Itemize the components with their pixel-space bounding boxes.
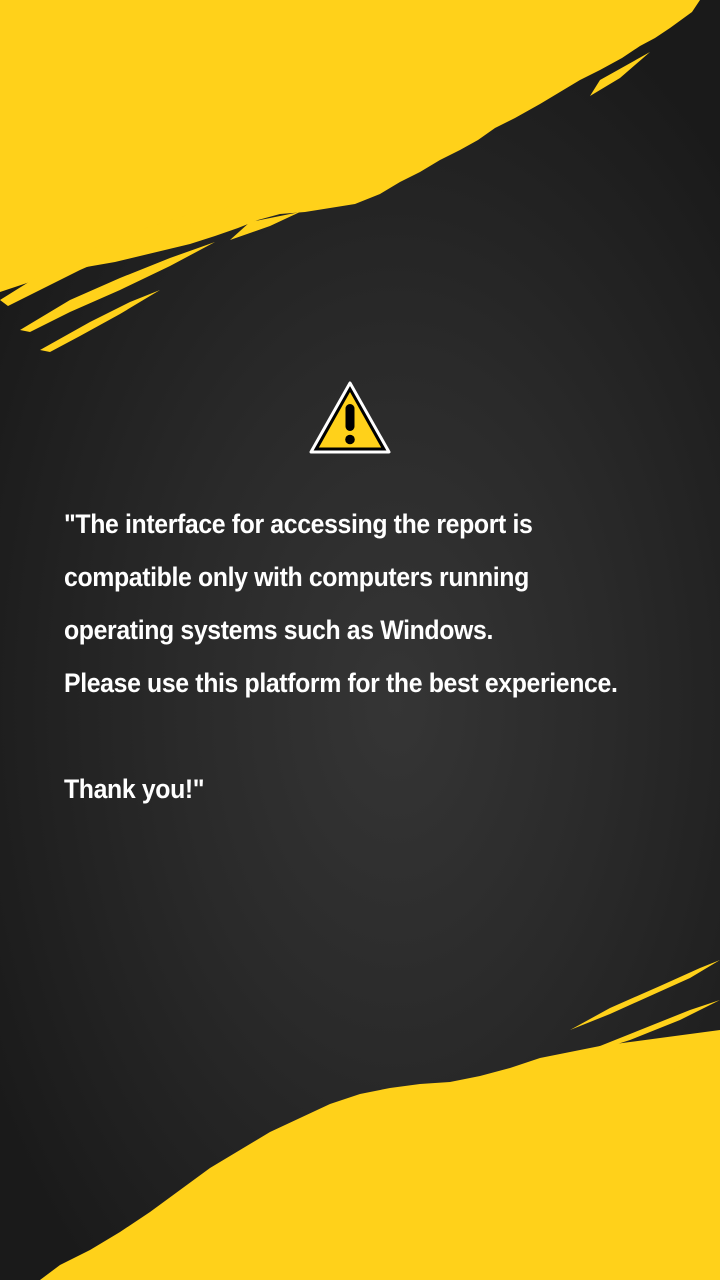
notice-line-3: operating systems such as Windows. (64, 615, 493, 645)
notice-message: "The interface for accessing the report … (64, 498, 662, 816)
notice-line-1: "The interface for accessing the report … (64, 509, 533, 539)
notice-line-2: compatible only with computers running (64, 562, 529, 592)
notice-closing: Thank you!" (64, 774, 205, 804)
notice-screen: "The interface for accessing the report … (0, 0, 720, 1280)
notice-line-4: Please use this platform for the best ex… (64, 668, 618, 698)
warning-icon (308, 380, 392, 456)
